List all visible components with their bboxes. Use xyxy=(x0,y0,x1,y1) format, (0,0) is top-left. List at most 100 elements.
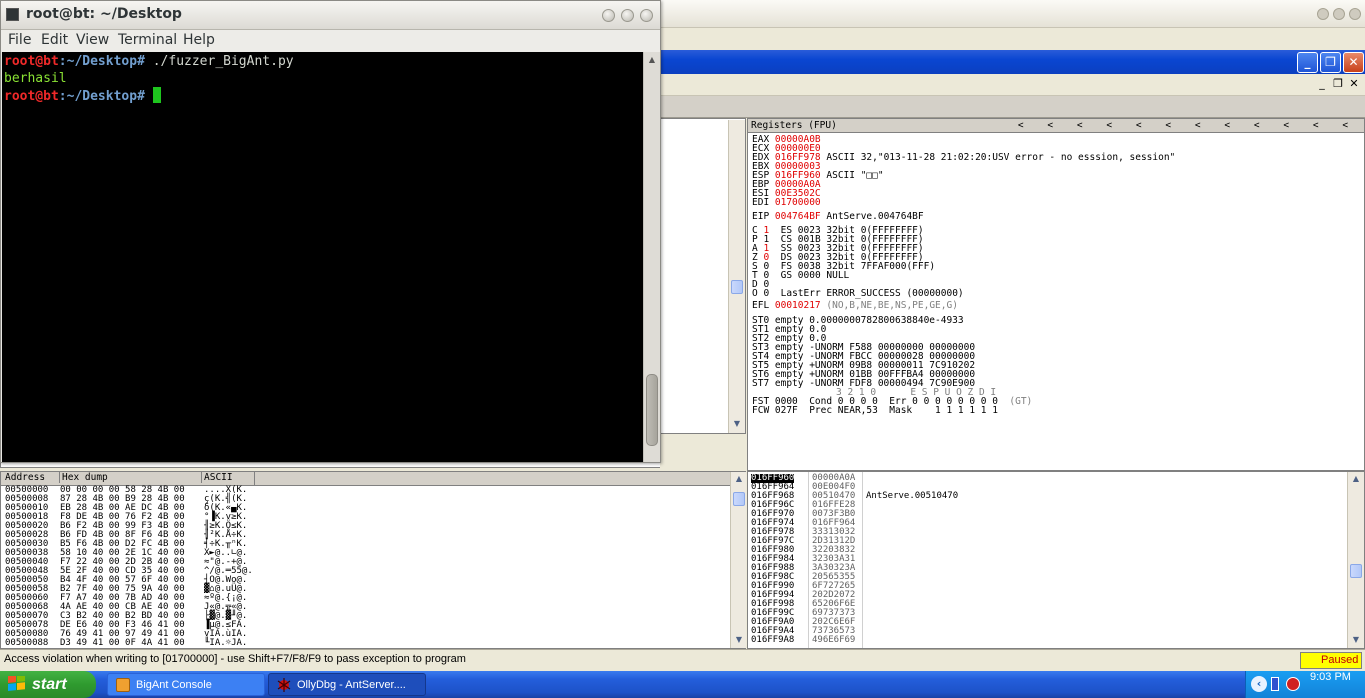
start-button[interactable]: start xyxy=(0,671,96,698)
ascii-column-header[interactable]: ASCII xyxy=(201,472,233,483)
collapse-arrow-icon[interactable]: < xyxy=(1301,119,1331,133)
scroll-thumb[interactable] xyxy=(646,374,658,446)
minimize-icon[interactable] xyxy=(1317,8,1329,20)
terminal-titlebar[interactable]: root@bt: ~/Desktop xyxy=(1,1,660,30)
collapse-arrow-icon[interactable]: < xyxy=(1154,119,1184,133)
stack-comment xyxy=(866,618,958,627)
maximize-icon[interactable] xyxy=(1333,8,1345,20)
stack-comment xyxy=(866,564,958,573)
task-label: OllyDbg - AntServer.... xyxy=(297,679,406,691)
fpu-control-row[interactable]: FCW 027F Prec NEAR,53 Mask 1 1 1 1 1 1 xyxy=(752,405,998,416)
mdi-minimize-button[interactable]: _ xyxy=(1297,52,1318,73)
collapse-arrow-icon[interactable]: < xyxy=(1006,119,1036,133)
stack-divider xyxy=(862,472,863,648)
register-row[interactable]: EFL 00010217 (NO,B,NE,BE,NS,PE,GE,G) xyxy=(752,300,958,311)
address-column-header[interactable]: Address xyxy=(5,472,45,483)
tray-battery-icon[interactable] xyxy=(1271,677,1279,691)
stack-comment xyxy=(866,573,958,582)
scroll-down-icon[interactable]: ▼ xyxy=(733,634,745,646)
registers-title: Registers (FPU) xyxy=(751,120,837,131)
close-icon[interactable] xyxy=(1349,8,1361,20)
menu-terminal[interactable]: Terminal xyxy=(118,31,177,49)
register-comment: AntServe.004764BF xyxy=(820,211,924,222)
terminal-menubar: File Edit View Terminal Help xyxy=(1,30,660,52)
task-bigant-console[interactable]: BigAnt Console xyxy=(107,673,265,696)
fcw-text: FCW 027F Prec NEAR,53 Mask 1 1 1 1 1 1 xyxy=(752,405,998,416)
close-icon[interactable] xyxy=(640,9,653,22)
child-minimize-icon[interactable]: _ xyxy=(1315,78,1329,91)
scroll-thumb[interactable] xyxy=(1350,564,1362,578)
stack-scrollbar[interactable]: ▲ ▼ xyxy=(1347,472,1364,648)
maximize-icon[interactable] xyxy=(621,9,634,22)
child-restore-icon[interactable]: ❐ xyxy=(1331,78,1345,91)
tray-expand-icon[interactable]: ‹ xyxy=(1251,676,1267,692)
stack-comment xyxy=(866,627,958,636)
register-comment: ASCII "□□" xyxy=(820,170,884,181)
register-arrows: < < < < < < < < < < < < xyxy=(1006,119,1360,133)
register-value: 01700000 xyxy=(774,197,821,208)
mdi-close-button[interactable]: ✕ xyxy=(1343,52,1364,73)
child-close-icon[interactable]: ✕ xyxy=(1347,78,1361,91)
scroll-down-icon[interactable]: ▼ xyxy=(731,418,743,430)
terminal-screen[interactable]: root@bt:~/Desktop# ./fuzzer_BigAnt.py ber… xyxy=(2,52,643,462)
scroll-thumb[interactable] xyxy=(733,492,745,506)
ollydbg-titlebar xyxy=(660,0,1365,28)
command-text: ./fuzzer_BigAnt.py xyxy=(144,54,294,69)
collapse-arrow-icon[interactable]: < xyxy=(1272,119,1302,133)
register-row[interactable]: EDI 01700000 xyxy=(752,197,821,208)
menu-edit[interactable]: Edit xyxy=(41,31,68,49)
tray-security-icon[interactable] xyxy=(1286,677,1300,691)
task-label: BigAnt Console xyxy=(136,679,212,691)
terminal-title: root@bt: ~/Desktop xyxy=(26,6,182,22)
collapse-arrow-icon[interactable]: < xyxy=(1065,119,1095,133)
clock[interactable]: 9:03 PM xyxy=(1310,671,1351,683)
dump-address: 00500088 xyxy=(5,638,49,648)
scroll-thumb[interactable] xyxy=(731,280,743,294)
registers-pane[interactable]: Registers (FPU) < < < < < < < < < < < < EAX 00000A0… xyxy=(747,118,1365,471)
dump-scrollbar[interactable]: ▲ ▼ xyxy=(730,472,746,648)
register-value: 004764BF xyxy=(774,211,821,222)
column-divider xyxy=(254,472,255,486)
segment-info: LastErr ERROR_SUCCESS (00000000) xyxy=(769,288,964,299)
disassembly-scrollbar[interactable]: ▼ xyxy=(728,120,745,433)
collapse-arrow-icon[interactable]: < xyxy=(1124,119,1154,133)
status-bar: Access violation when writing to [017000… xyxy=(0,649,1365,671)
collapse-arrow-icon[interactable]: < xyxy=(1036,119,1066,133)
hex-column-header[interactable]: Hex dump xyxy=(59,472,108,483)
flag-name: O xyxy=(752,288,764,299)
collapse-arrow-icon[interactable]: < xyxy=(1242,119,1272,133)
cpu-window-titlebar: _ ❐ ✕ xyxy=(660,50,1365,74)
fst-condition: (GT) xyxy=(997,396,1033,407)
windows-flag-icon xyxy=(8,676,25,691)
minimize-icon[interactable] xyxy=(602,9,615,22)
stack-pane[interactable]: 016FF960 016FF964 016FF968 016FF96C 016FF970… xyxy=(747,471,1365,649)
mdi-restore-button[interactable]: ❐ xyxy=(1320,52,1341,73)
register-comment: (NO,B,NE,BE,NS,PE,GE,G) xyxy=(820,300,958,311)
collapse-arrow-icon[interactable]: < xyxy=(1183,119,1213,133)
menu-help[interactable]: Help xyxy=(183,31,215,49)
status-message: Access violation when writing to [017000… xyxy=(4,653,466,665)
stack-value: 496E6F69 xyxy=(812,635,856,645)
scroll-up-icon[interactable]: ▲ xyxy=(733,473,745,485)
hex-dump-pane[interactable]: Address Hex dump ASCII 00500000 00500008 0… xyxy=(0,471,746,649)
terminal-scrollbar[interactable]: ▲ xyxy=(643,52,660,462)
flag-row[interactable]: O 0 LastErr ERROR_SUCCESS (00000000) xyxy=(752,288,964,299)
scroll-up-icon[interactable]: ▲ xyxy=(1350,473,1362,485)
scroll-up-icon[interactable]: ▲ xyxy=(646,54,658,66)
ollydbg-icon xyxy=(277,678,291,692)
collapse-arrow-icon[interactable]: < xyxy=(1331,119,1361,133)
register-row[interactable]: EIP 004764BF AntServe.004764BF xyxy=(752,211,924,222)
menu-file[interactable]: File xyxy=(8,31,31,49)
collapse-arrow-icon[interactable]: < xyxy=(1095,119,1125,133)
menu-view[interactable]: View xyxy=(76,31,109,49)
stack-address[interactable]: 016FF9A8 xyxy=(751,636,794,645)
scroll-down-icon[interactable]: ▼ xyxy=(1350,634,1362,646)
task-ollydbg[interactable]: OllyDbg - AntServer.... xyxy=(268,673,426,696)
prompt-user: root@bt xyxy=(4,54,59,69)
terminal-window[interactable]: root@bt: ~/Desktop File Edit View Termin… xyxy=(0,0,661,463)
register-comment: ASCII 32,"013-11-28 21:02:20:USV error -… xyxy=(820,152,1176,163)
stack-comment: AntServe.00510470 xyxy=(866,491,959,501)
collapse-arrow-icon[interactable]: < xyxy=(1213,119,1243,133)
registers-header[interactable]: Registers (FPU) < < < < < < < < < < < < xyxy=(748,119,1364,133)
terminal-icon xyxy=(6,8,19,21)
